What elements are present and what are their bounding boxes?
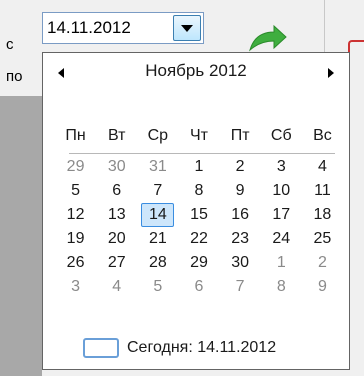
dropdown-button[interactable]	[173, 15, 201, 41]
chevron-down-icon	[181, 25, 193, 32]
month-title[interactable]: Ноябрь 2012	[43, 61, 349, 81]
day-cell[interactable]: 4	[96, 275, 137, 299]
day-cell[interactable]: 24	[261, 227, 302, 251]
day-cell[interactable]: 22	[178, 227, 219, 251]
day-cell[interactable]: 25	[302, 227, 343, 251]
day-cell[interactable]: 11	[302, 179, 343, 203]
day-cell[interactable]: 9	[220, 179, 261, 203]
calendar-header: Ноябрь 2012	[43, 53, 349, 93]
day-cell[interactable]: 5	[55, 179, 96, 203]
day-cell[interactable]: 7	[137, 179, 178, 203]
day-cell[interactable]: 3	[55, 275, 96, 299]
day-cell[interactable]: 16	[220, 203, 261, 227]
chevron-right-icon[interactable]	[325, 67, 337, 79]
day-cell[interactable]: 3	[261, 155, 302, 179]
day-cell[interactable]: 12	[55, 203, 96, 227]
day-cell[interactable]: 2	[302, 251, 343, 275]
day-cell[interactable]: 6	[96, 179, 137, 203]
day-cell[interactable]: 4	[302, 155, 343, 179]
day-cell[interactable]: 6	[178, 275, 219, 299]
day-grid: 29 30 31 1 2 3 4 5 6 7 8 9 10 11 12 13 14 15 16 17 18 19 20 21 2…	[55, 155, 343, 299]
day-cell-selected[interactable]: 14	[141, 203, 175, 227]
day-cell[interactable]: 15	[178, 203, 219, 227]
day-cell[interactable]: 2	[220, 155, 261, 179]
day-cell[interactable]: 8	[261, 275, 302, 299]
day-cell[interactable]: 20	[96, 227, 137, 251]
day-cell[interactable]: 9	[302, 275, 343, 299]
day-cell[interactable]: 19	[55, 227, 96, 251]
day-cell[interactable]: 26	[55, 251, 96, 275]
weekday-label: Пн	[65, 127, 86, 144]
weekday-label: Вт	[107, 127, 126, 144]
day-cell[interactable]: 17	[261, 203, 302, 227]
date-picker-field[interactable]: 14.11.2012	[42, 12, 204, 44]
calendar-popup: Ноябрь 2012 Пн Вт Ср Чт Пт Сб Вс 29 30 31 1…	[42, 52, 350, 370]
weekday-header: Пн Вт Ср Чт Пт Сб Вс	[55, 127, 343, 151]
today-link[interactable]: Сегодня: 14.11.2012	[83, 335, 276, 361]
to-label: по	[6, 68, 23, 85]
day-cell[interactable]: 30	[220, 251, 261, 275]
day-cell[interactable]: 8	[178, 179, 219, 203]
day-cell[interactable]: 31	[137, 155, 178, 179]
weekday-label: Чт	[189, 127, 208, 144]
day-cell[interactable]: 29	[55, 155, 96, 179]
day-cell[interactable]: 10	[261, 179, 302, 203]
day-cell[interactable]: 23	[220, 227, 261, 251]
weekday-label: Вс	[313, 127, 332, 144]
day-cell[interactable]: 21	[137, 227, 178, 251]
date-value[interactable]: 14.11.2012	[47, 18, 131, 38]
day-cell[interactable]: 7	[220, 275, 261, 299]
day-cell[interactable]: 5	[137, 275, 178, 299]
partial-icon	[348, 40, 364, 62]
green-arrow-icon[interactable]	[248, 24, 288, 52]
day-cell[interactable]: 18	[302, 203, 343, 227]
day-cell[interactable]: 1	[178, 155, 219, 179]
day-cell[interactable]: 1	[261, 251, 302, 275]
day-cell[interactable]: 29	[178, 251, 219, 275]
from-label: с	[6, 36, 14, 53]
weekday-divider	[69, 153, 335, 154]
today-label[interactable]: Сегодня: 14.11.2012	[127, 339, 276, 357]
weekday-label: Ср	[147, 127, 169, 144]
weekday-label: Сб	[270, 127, 292, 144]
today-marker-icon	[83, 338, 119, 358]
left-panel-strip	[0, 96, 42, 376]
weekday-label: Пт	[230, 127, 250, 144]
day-cell[interactable]: 30	[96, 155, 137, 179]
day-cell[interactable]: 27	[96, 251, 137, 275]
day-cell[interactable]: 28	[137, 251, 178, 275]
day-cell[interactable]: 13	[96, 203, 137, 227]
